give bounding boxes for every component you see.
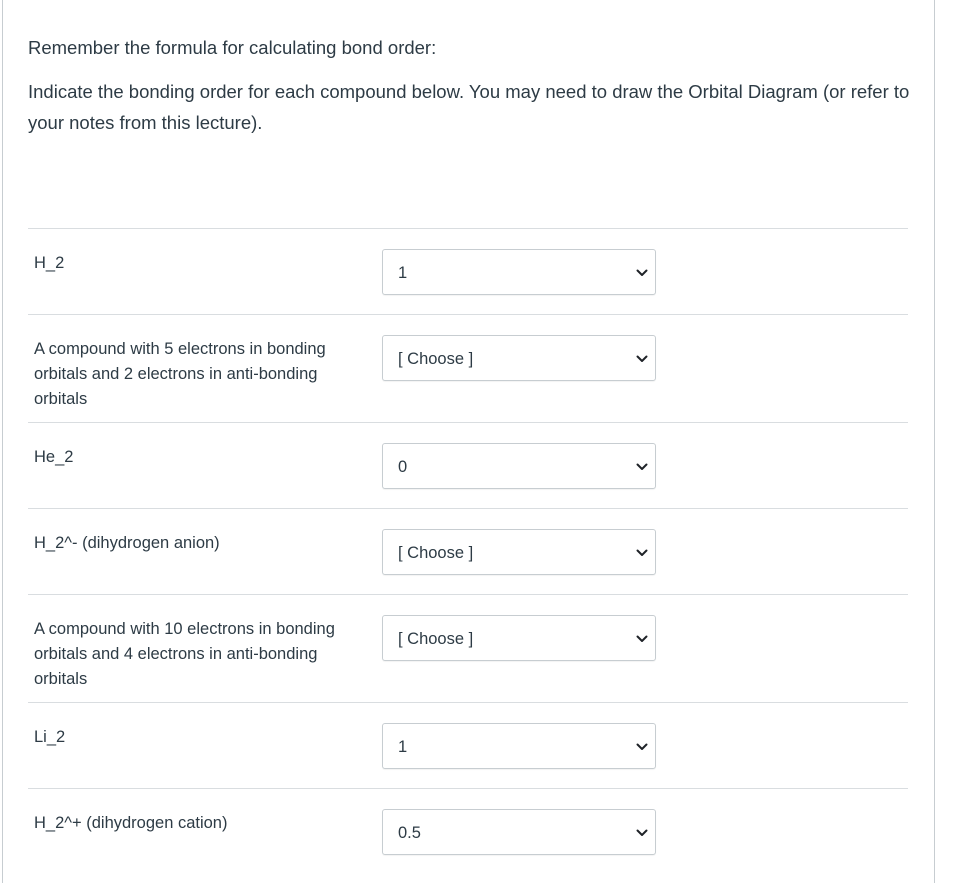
chevron-down-icon [636, 635, 648, 642]
answer-row-h2-anion: H_2^- (dihydrogen anion) [ Choose ] [28, 508, 908, 594]
selected-value: [ Choose ] [398, 544, 474, 562]
selected-value: 0 [398, 458, 408, 476]
selected-value: 1 [398, 738, 408, 756]
answer-row-compound-10-4: A compound with 10 electrons in bonding … [28, 594, 908, 702]
selected-value: [ Choose ] [398, 350, 474, 368]
answer-row-compound-5-2: A compound with 5 electrons in bonding o… [28, 314, 908, 422]
frame-left-border [2, 0, 3, 883]
compound-label: H_2^+ (dihydrogen cation) [34, 814, 228, 832]
quiz-page: Remember the formula for calculating bon… [0, 0, 955, 883]
bond-order-select[interactable]: 1 [382, 249, 656, 295]
compound-label: He_2 [34, 448, 74, 466]
bond-order-select[interactable]: 1 [382, 723, 656, 769]
chevron-down-icon [636, 463, 648, 470]
formula-reminder: Remember the formula for calculating bon… [28, 37, 437, 58]
bond-order-select[interactable]: [ Choose ] [382, 335, 656, 381]
bond-order-select[interactable]: [ Choose ] [382, 529, 656, 575]
compound-label: H_2 [34, 254, 65, 272]
chevron-down-icon [636, 829, 648, 836]
bond-order-select[interactable]: 0 [382, 443, 656, 489]
answer-rows: H_2 1 A compound with 5 electrons in bon… [28, 228, 908, 882]
selected-value: [ Choose ] [398, 630, 474, 648]
compound-label: A compound with 5 electrons in bonding o… [34, 340, 326, 408]
compound-label: A compound with 10 electrons in bonding … [34, 620, 335, 688]
answer-row-h2: H_2 1 [28, 228, 908, 314]
chevron-down-icon [636, 269, 648, 276]
question-text: Remember the formula for calculating bon… [28, 32, 918, 138]
compound-label: H_2^- (dihydrogen anion) [34, 534, 220, 552]
frame-right-border [934, 0, 935, 883]
instructions: Indicate the bonding order for each comp… [28, 81, 910, 133]
selected-value: 0.5 [398, 824, 421, 842]
chevron-down-icon [636, 355, 648, 362]
answer-row-he2: He_2 0 [28, 422, 908, 508]
bond-order-select[interactable]: 0.5 [382, 809, 656, 855]
answer-row-li2: Li_2 1 [28, 702, 908, 788]
chevron-down-icon [636, 549, 648, 556]
compound-label: Li_2 [34, 728, 66, 746]
selected-value: 1 [398, 264, 408, 282]
answer-row-h2-cation: H_2^+ (dihydrogen cation) 0.5 [28, 788, 908, 882]
chevron-down-icon [636, 743, 648, 750]
bond-order-select[interactable]: [ Choose ] [382, 615, 656, 661]
